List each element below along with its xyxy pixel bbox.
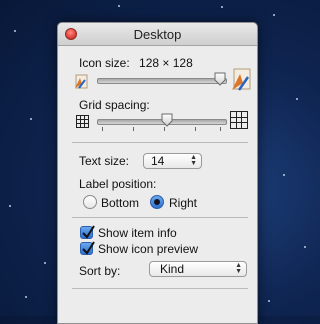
star (296, 98, 298, 100)
text-size-label: Text size: (79, 154, 130, 168)
title-bar: Desktop (58, 23, 257, 46)
view-options-panel: Desktop Icon size: 128 × 128 Grid spacin… (57, 22, 258, 324)
sort-by-popup[interactable]: Kind ▲ ▼ (149, 261, 247, 277)
star (221, 6, 223, 8)
star (283, 174, 285, 176)
icon-size-label: Icon size: 128 × 128 (79, 56, 193, 70)
star (9, 205, 11, 207)
slider-tick (164, 127, 165, 131)
icon-size-value: 128 × 128 (139, 56, 193, 70)
star (304, 246, 306, 248)
sort-by-label: Sort by: (79, 264, 121, 278)
text-size-value: 14 (151, 154, 165, 168)
separator (72, 288, 248, 289)
star (30, 118, 32, 120)
star (273, 14, 275, 16)
radio-right-label[interactable]: Right (169, 196, 197, 210)
star (25, 296, 27, 298)
slider-tick (195, 127, 196, 131)
radio-bottom-label[interactable]: Bottom (101, 196, 139, 210)
star (118, 5, 120, 7)
small-grid-icon (76, 115, 89, 131)
radio-right[interactable] (150, 195, 164, 209)
star (44, 262, 46, 264)
label-position-label: Label position: (79, 177, 157, 191)
slider-tick (133, 127, 134, 131)
sort-by-value: Kind (160, 262, 185, 276)
icon-size-label-text: Icon size: (79, 56, 130, 70)
star (268, 300, 270, 302)
icon-size-slider-track[interactable] (97, 78, 227, 84)
large-grid-icon (230, 111, 248, 132)
show-item-info-checkbox[interactable] (80, 225, 95, 239)
large-icon-size-icon (230, 68, 252, 92)
separator (72, 217, 248, 218)
icon-size-slider-knob[interactable] (214, 72, 226, 86)
grid-spacing-slider-knob[interactable] (161, 113, 173, 127)
radio-selected-dot (154, 199, 160, 205)
show-item-info-label[interactable]: Show item info (98, 226, 177, 240)
grid-spacing-label: Grid spacing: (79, 98, 150, 112)
star (14, 30, 16, 32)
show-icon-preview-label[interactable]: Show icon preview (98, 242, 198, 256)
show-icon-preview-checkbox[interactable] (80, 241, 95, 255)
slider-tick (102, 127, 103, 131)
radio-bottom[interactable] (83, 195, 97, 209)
small-icon-size-icon (73, 74, 89, 90)
window-title: Desktop (133, 27, 182, 42)
separator (72, 142, 248, 143)
popup-arrows-icon: ▲ ▼ (190, 154, 197, 167)
slider-tick (220, 127, 221, 131)
popup-arrows-icon: ▲ ▼ (235, 262, 242, 275)
text-size-popup[interactable]: 14 ▲ ▼ (143, 153, 202, 169)
